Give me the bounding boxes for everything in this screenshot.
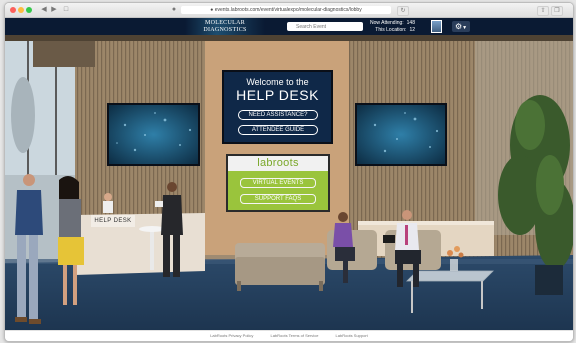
this-location-count: 12 <box>409 27 415 33</box>
page-footer: LabRoots Privacy Policy LabRoots Terms o… <box>5 330 573 341</box>
close-window-button[interactable] <box>10 7 16 13</box>
site-shield-icon: ● <box>171 6 177 13</box>
footer-link-privacy[interactable]: LabRoots Privacy Policy <box>210 333 253 338</box>
address-bar[interactable]: ● events.labroots.com/event/virtualexpo/… <box>181 6 391 14</box>
forward-arrow-icon[interactable]: ▶ <box>49 6 59 14</box>
now-attending-count: 148 <box>406 20 415 26</box>
sidebar-icon[interactable]: □ <box>61 6 71 14</box>
back-arrow-icon[interactable]: ◀ <box>39 6 49 14</box>
event-header: MOLECULAR DIAGNOSTICS Now Attending:148 … <box>5 18 573 37</box>
attendee-guide-button[interactable]: ATTENDEE GUIDE <box>238 125 318 135</box>
browser-window: ◀ ▶ □ ● ● events.labroots.com/event/virt… <box>4 2 574 342</box>
footer-link-support[interactable]: LabRoots Support <box>336 333 368 338</box>
help-desk-welcome: Welcome to the <box>246 77 309 87</box>
tabs-icon[interactable]: ❐ <box>551 6 563 16</box>
avatar[interactable] <box>431 20 442 33</box>
virtual-lobby-scene: HELP DESK Welcome to the HELP DESK NEED … <box>5 35 573 330</box>
browser-toolbar: ◀ ▶ □ ● ● events.labroots.com/event/virt… <box>5 3 573 18</box>
this-location-stat: This Location: 12 <box>375 27 415 33</box>
footer-link-terms[interactable]: LabRoots Terms of Service <box>270 333 318 338</box>
zoom-window-button[interactable] <box>26 7 32 13</box>
share-icon[interactable]: ⇧ <box>537 6 549 16</box>
need-assistance-button[interactable]: NEED ASSISTANCE? <box>238 110 318 120</box>
reload-icon[interactable]: ↻ <box>397 6 409 16</box>
search-input[interactable] <box>287 22 363 31</box>
now-attending-stat: Now Attending: 148 <box>370 20 415 26</box>
support-faqs-button[interactable]: SUPPORT FAQS <box>240 194 316 204</box>
labroots-logo[interactable]: labroots <box>228 157 328 169</box>
help-desk-title: HELP DESK <box>236 87 319 103</box>
help-desk-sign: Welcome to the HELP DESK NEED ASSISTANCE… <box>222 70 333 144</box>
help-desk-counter-label[interactable]: HELP DESK <box>91 215 135 227</box>
this-location-label: This Location: <box>375 27 407 33</box>
virtual-events-button[interactable]: VIRTUAL EVENTS <box>240 178 316 188</box>
chevron-down-icon: ▼ <box>462 25 468 31</box>
minimize-window-button[interactable] <box>18 7 24 13</box>
now-attending-label: Now Attending: <box>370 20 404 26</box>
settings-menu-button[interactable]: ⚙▼ <box>452 21 470 32</box>
labroots-sign: labroots VIRTUAL EVENTS SUPPORT FAQS <box>226 154 330 212</box>
